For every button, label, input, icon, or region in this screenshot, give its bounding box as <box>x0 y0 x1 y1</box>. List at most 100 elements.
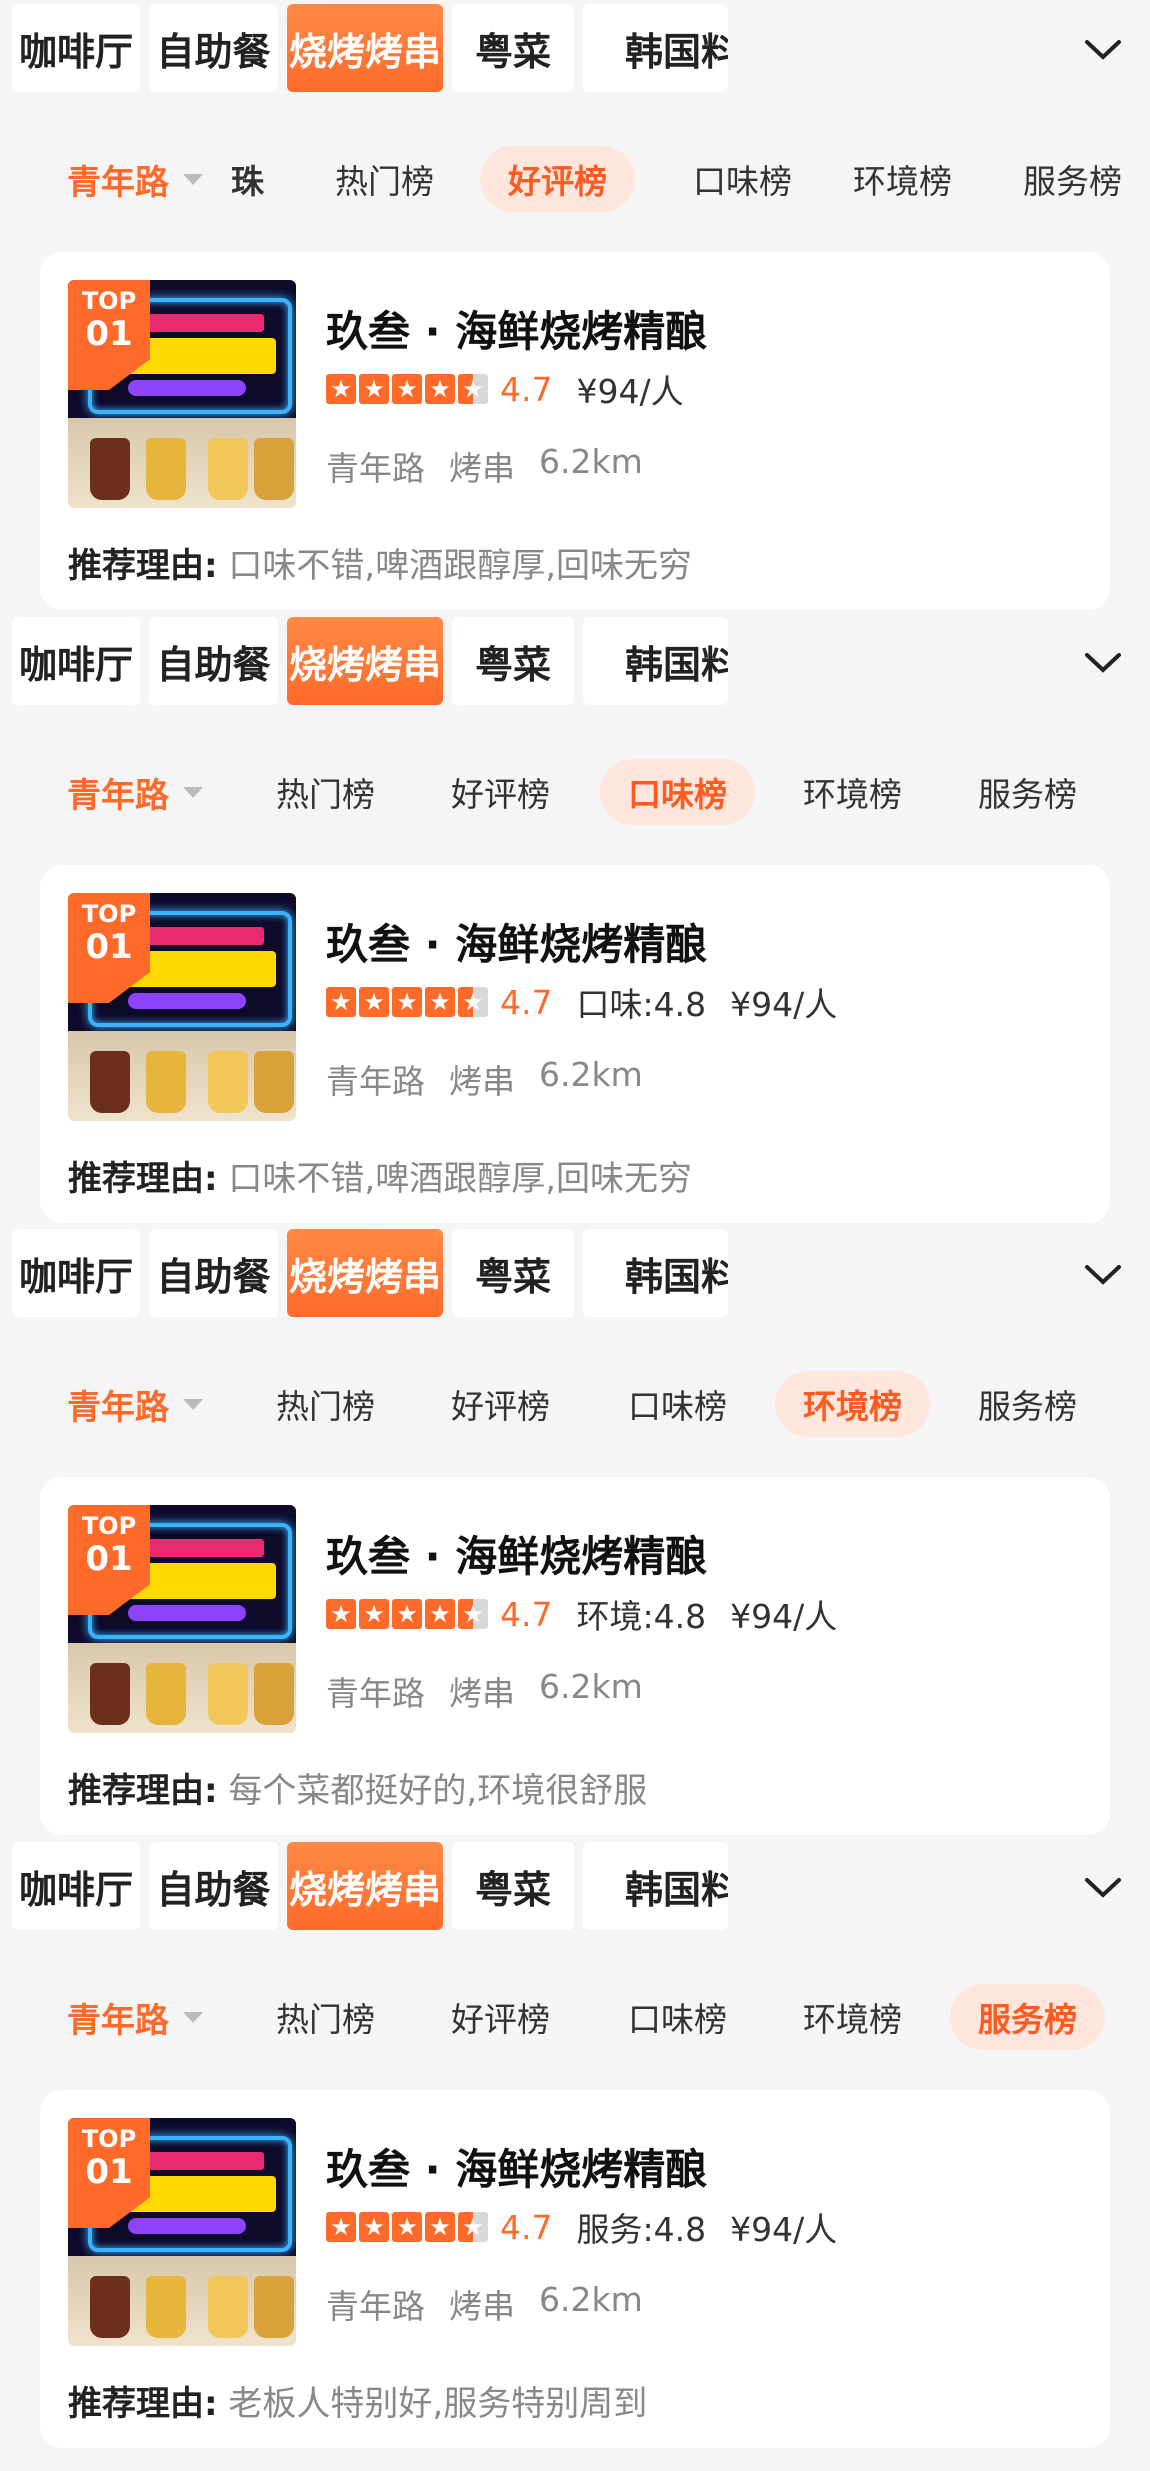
chevron-down-icon <box>1084 40 1121 60</box>
rank-tab[interactable]: 口味榜 <box>600 1984 755 2050</box>
category-tab[interactable]: 烧烤烤串 <box>287 4 443 92</box>
category-tab[interactable]: 粤菜 <box>452 1842 574 1930</box>
shop-meta: 青年路 烤串 6.2km <box>326 2280 643 2328</box>
rank-tab[interactable]: 珠 <box>225 146 270 212</box>
location-selector[interactable]: 青年路 <box>67 150 203 208</box>
star-rating: ★ ★ ★ ★ ★ <box>326 1599 488 1629</box>
rank-tab[interactable]: 热门榜 <box>307 146 462 212</box>
shop-card[interactable]: TOP 01 玖叁 · 海鲜烧烤精酿 ★ ★ ★ ★ ★ 4.7 口味:4.8 ¥94/人 青年路 烤串… <box>40 865 1110 1223</box>
location-selector[interactable]: 青年路 <box>67 763 203 821</box>
rank-tab[interactable]: 好评榜 <box>480 146 635 212</box>
rank-tab[interactable]: 好评榜 <box>423 1371 578 1437</box>
category-tab[interactable]: 自助餐 <box>149 4 278 92</box>
rank-tab[interactable]: 服务榜 <box>950 759 1105 825</box>
rank-tab[interactable]: 服务榜 <box>950 1371 1105 1437</box>
rank-tab[interactable]: 环境榜 <box>775 1984 930 2050</box>
reason-label: 推荐理由: <box>68 2384 218 2424</box>
location-selector[interactable]: 青年路 <box>67 1375 203 1433</box>
category-tab[interactable]: 韩国料 <box>583 1229 728 1317</box>
shop-card[interactable]: TOP 01 玖叁 · 海鲜烧烤精酿 ★ ★ ★ ★ ★ 4.7 ¥94/人 青年路 烤串 6.2km 推… <box>40 252 1110 610</box>
rank-tab[interactable]: 口味榜 <box>665 146 820 212</box>
shop-thumbnail: TOP 01 <box>68 1505 296 1733</box>
recommend-reason: 推荐理由: 老板人特别好,服务特别周到 <box>68 2376 647 2425</box>
recommend-reason: 推荐理由: 口味不错,啤酒跟醇厚,回味无穷 <box>68 538 692 587</box>
ranking-section: 咖啡厅 自助餐 烧烤烤串 粤菜 韩国料青年路 热门榜 好评榜 口味榜 环境榜 服务榜 TOP 01 玖叁… <box>0 1225 1150 1838</box>
shop-name[interactable]: 玖叁 · 海鲜烧烤精酿 <box>326 2136 707 2197</box>
rank-tab-label: 热门榜 <box>276 2000 375 2039</box>
category-label: 咖啡厅 <box>18 1867 133 1912</box>
rank-prefix: TOP <box>81 900 137 928</box>
ranking-section: 咖啡厅 自助餐 烧烤烤串 粤菜 韩国料 青年路 热门榜 好评榜 口味榜 环境榜 服务榜 TOP 01 玖叁… <box>0 1838 1150 2451</box>
shop-category: 烤串 <box>449 1062 515 1101</box>
shop-category: 烤串 <box>449 2287 515 2326</box>
location-selector[interactable]: 青年路 <box>67 1988 203 2046</box>
rank-tab-label: 口味榜 <box>628 1387 727 1426</box>
expand-categories-button[interactable] <box>1055 1838 1150 1938</box>
rank-number: 01 <box>85 314 133 354</box>
recommend-reason: 推荐理由: 每个菜都挺好的,环境很舒服 <box>68 1763 647 1812</box>
shop-distance: 6.2km <box>539 1667 643 1706</box>
category-tab[interactable]: 烧烤烤串 <box>287 1842 443 1930</box>
rank-tab-label: 口味榜 <box>628 2000 727 2039</box>
rank-tab[interactable]: 服务榜 <box>995 146 1150 212</box>
star-icon: ★ <box>425 1599 455 1629</box>
rating-score: 4.7 <box>500 369 553 409</box>
category-tab[interactable]: 烧烤烤串 <box>287 1229 443 1317</box>
shop-thumbnail: TOP 01 <box>68 280 296 508</box>
ranking-section: 咖啡厅 自助餐 烧烤烤串 粤菜 韩国料青年路 热门榜 好评榜 口味榜 环境榜 服务榜 TOP 01 玖叁… <box>0 613 1150 1226</box>
category-tab[interactable]: 粤菜 <box>452 4 574 92</box>
rating-row: ★ ★ ★ ★ ★ 4.7 服务:4.8 ¥94/人 <box>326 2205 837 2249</box>
rank-tab[interactable]: 热门榜 <box>248 759 403 825</box>
star-icon: ★ <box>359 1599 389 1629</box>
sub-score: 口味:4.8 <box>576 985 707 1024</box>
category-label: 韩国料 <box>625 1867 728 1912</box>
reason-text: 每个菜都挺好的,环境很舒服 <box>228 1771 648 1811</box>
category-tab[interactable]: 粤菜 <box>452 1229 574 1317</box>
category-tab[interactable]: 自助餐 <box>149 617 278 705</box>
category-tab[interactable]: 自助餐 <box>149 1842 278 1930</box>
rank-tab[interactable]: 好评榜 <box>423 759 578 825</box>
expand-categories-button[interactable] <box>1055 1225 1150 1325</box>
shop-name[interactable]: 玖叁 · 海鲜烧烤精酿 <box>326 298 707 359</box>
rating-score: 4.7 <box>500 1594 553 1634</box>
category-tab[interactable]: 烧烤烤串 <box>287 617 443 705</box>
category-tab[interactable]: 韩国料 <box>583 4 728 92</box>
chevron-down-icon <box>1084 653 1121 673</box>
rank-tab[interactable]: 环境榜 <box>775 1371 930 1437</box>
category-tab[interactable]: 咖啡厅 <box>12 1842 140 1930</box>
shop-card[interactable]: TOP 01 玖叁 · 海鲜烧烤精酿 ★ ★ ★ ★ ★ 4.7 环境:4.8 ¥94/人 青年路 烤串… <box>40 1477 1110 1835</box>
category-tab[interactable]: 韩国料 <box>583 1842 728 1930</box>
shop-name[interactable]: 玖叁 · 海鲜烧烤精酿 <box>326 1523 707 1584</box>
shop-card[interactable]: TOP 01 玖叁 · 海鲜烧烤精酿 ★ ★ ★ ★ ★ 4.7 服务:4.8 ¥94/人 青年路 烤串… <box>40 2090 1110 2448</box>
location-label: 青年路 <box>67 775 169 816</box>
rank-tab[interactable]: 口味榜 <box>600 759 755 825</box>
category-tab[interactable]: 自助餐 <box>149 1229 278 1317</box>
expand-categories-button[interactable] <box>1055 613 1150 713</box>
rank-tab[interactable]: 环境榜 <box>825 146 980 212</box>
shop-name[interactable]: 玖叁 · 海鲜烧烤精酿 <box>326 911 707 972</box>
location-label: 青年路 <box>67 162 169 203</box>
category-bar: 咖啡厅 自助餐 烧烤烤串 粤菜 韩国料 <box>0 613 1150 713</box>
star-icon: ★ <box>392 2212 422 2242</box>
expand-categories-button[interactable] <box>1055 0 1150 100</box>
category-tab[interactable]: 咖啡厅 <box>12 1229 140 1317</box>
category-label: 咖啡厅 <box>18 642 133 687</box>
shop-distance: 6.2km <box>539 2280 643 2319</box>
caret-down-icon <box>183 1398 203 1410</box>
rank-tab[interactable]: 热门榜 <box>248 1371 403 1437</box>
rank-tab[interactable]: 好评榜 <box>423 1984 578 2050</box>
category-tab[interactable]: 韩国料 <box>583 617 728 705</box>
rank-tab-label: 服务榜 <box>978 2000 1077 2039</box>
price-per-person: ¥94/人 <box>576 372 684 411</box>
category-label: 韩国料 <box>625 1254 728 1299</box>
rank-tab[interactable]: 口味榜 <box>600 1371 755 1437</box>
rank-tab[interactable]: 环境榜 <box>775 759 930 825</box>
category-tab[interactable]: 粤菜 <box>452 617 574 705</box>
rank-tab-label: 热门榜 <box>335 162 434 201</box>
shop-area: 青年路 <box>326 2287 425 2326</box>
rank-tab[interactable]: 服务榜 <box>950 1984 1105 2050</box>
rank-tab[interactable]: 热门榜 <box>248 1984 403 2050</box>
category-tab[interactable]: 咖啡厅 <box>12 617 140 705</box>
rank-tab-label: 好评榜 <box>451 1387 550 1426</box>
category-tab[interactable]: 咖啡厅 <box>12 4 140 92</box>
